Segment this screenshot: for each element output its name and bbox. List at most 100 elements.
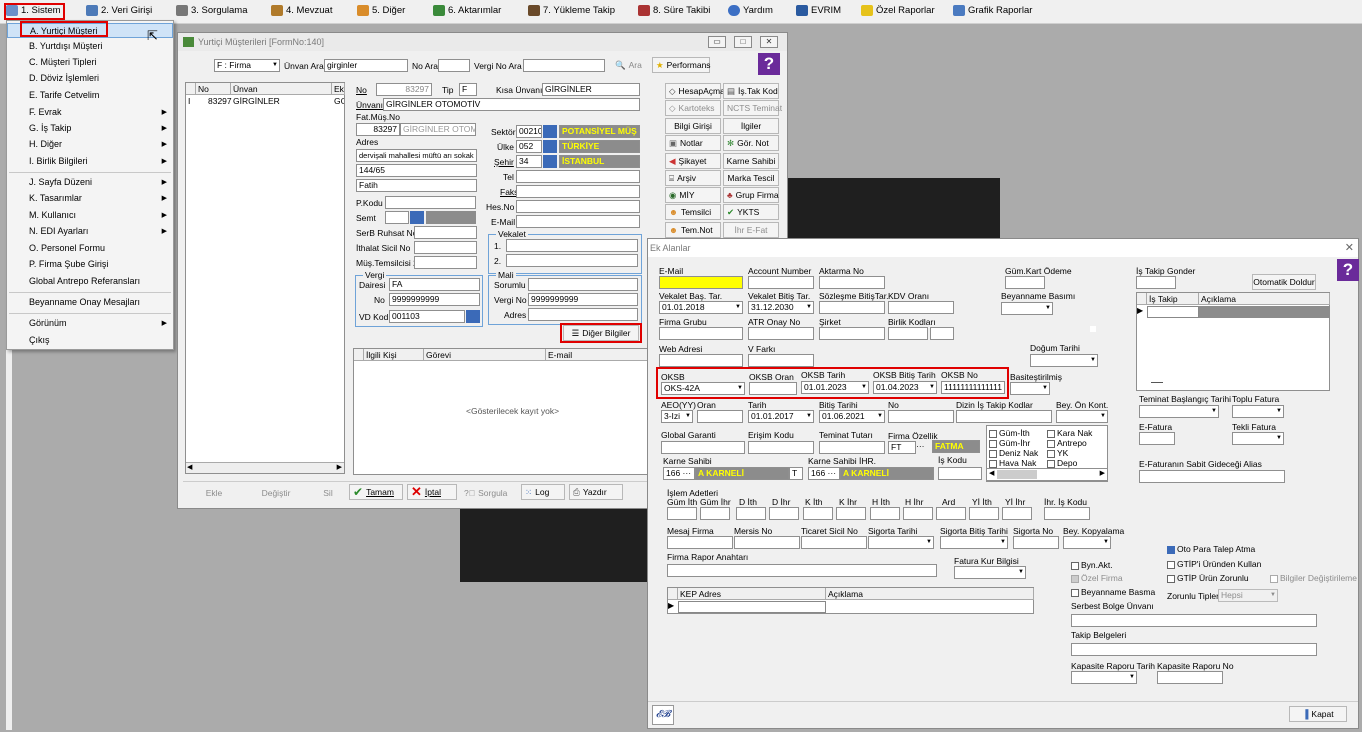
- ekle-button[interactable]: Ekle: [186, 485, 242, 501]
- filter-type-select[interactable]: F : Firma ▼: [214, 59, 280, 72]
- vekalet-bit-input[interactable]: 31.12.2030 ▼: [748, 301, 814, 314]
- dizin-input[interactable]: [956, 410, 1052, 423]
- gtip-urun-check[interactable]: GTİP'i Üründen Kullan: [1167, 559, 1261, 570]
- grup-firma-button[interactable]: ♣ Grup Firma: [723, 187, 779, 203]
- beyanname-basma-check[interactable]: Beyanname Basma: [1071, 587, 1155, 598]
- firma-ozellik-code[interactable]: FT: [888, 441, 916, 454]
- notlar-button[interactable]: ▣ Notlar: [665, 135, 721, 151]
- temsilci-button[interactable]: ☻ Temsilci: [665, 204, 721, 220]
- menu-item-diger[interactable]: H. Diğer ▶: [7, 137, 173, 152]
- aeo-select[interactable]: 3-Izi ▼: [661, 410, 693, 423]
- ithalat-sicil-input[interactable]: [414, 241, 477, 254]
- is-takip-gonder-input[interactable]: [1136, 276, 1176, 289]
- minimize-button[interactable]: ▭: [708, 36, 726, 48]
- kep-aciklama-cell[interactable]: [826, 601, 1034, 613]
- faks-input[interactable]: [516, 185, 640, 198]
- menu-item-kullanici[interactable]: M. Kullanıcı ▶: [7, 208, 173, 223]
- menu-item-doviz[interactable]: D. Döviz İşlemleri: [7, 71, 173, 86]
- eb-logo-icon[interactable]: 𝓔𝓑: [652, 705, 674, 725]
- close-icon[interactable]: ✕: [1345, 241, 1354, 254]
- menu-diger[interactable]: 5. Diğer: [357, 5, 405, 16]
- tekli-fatura-select[interactable]: ▼: [1232, 432, 1284, 445]
- mali-vergi-no-input[interactable]: 9999999999: [528, 293, 638, 306]
- kartoteks-button[interactable]: ◇ Kartoteks: [665, 100, 721, 116]
- islem-gum-ihr-input[interactable]: [700, 507, 730, 520]
- mersis-input[interactable]: [734, 536, 800, 549]
- menu-item-tasarimlar[interactable]: K. Tasarımlar ▶: [7, 191, 173, 206]
- help-question-icon[interactable]: ?: [1337, 259, 1359, 281]
- teminat-tutari-input[interactable]: [819, 441, 885, 454]
- sigorta-no-input[interactable]: [1013, 536, 1059, 549]
- is-kodu-input[interactable]: [938, 467, 982, 480]
- menu-mevzuat[interactable]: 4. Mevzuat: [271, 5, 332, 16]
- tamam-button[interactable]: ✔ Tamam: [349, 484, 403, 500]
- aeo-no-input[interactable]: [888, 410, 954, 423]
- sirket-input[interactable]: [819, 327, 885, 340]
- sozlesme-input[interactable]: [819, 301, 885, 314]
- miy-button[interactable]: ◉ MİY: [665, 187, 721, 203]
- kapat-button[interactable]: ▐ Kapat: [1289, 706, 1347, 722]
- birlik-input-2[interactable]: [930, 327, 954, 340]
- vekalet-row-1-input[interactable]: [506, 239, 638, 252]
- islem-k-ith-input[interactable]: [803, 507, 833, 520]
- atr-input[interactable]: [748, 327, 814, 340]
- islem-h-ihr-input[interactable]: [903, 507, 933, 520]
- unvan-input[interactable]: GİRGİNLER OTOMOTİV: [383, 98, 640, 111]
- ulke-code-input[interactable]: 052: [516, 140, 542, 153]
- tem-not-button[interactable]: ☻ Tem.Not: [665, 222, 721, 238]
- bey-on-kont-select[interactable]: ▼: [1056, 410, 1108, 423]
- kep-adres-cell[interactable]: [678, 601, 826, 613]
- kep-grid[interactable]: KEP Adres Açıklama ▶: [667, 587, 1034, 614]
- serb-ruhsat-input[interactable]: [414, 226, 477, 239]
- is-takip-kod-cell[interactable]: [1147, 306, 1199, 318]
- beyanname-basimi-select[interactable]: ▼: [1001, 302, 1053, 315]
- otomatik-doldur-button[interactable]: Otomatik Doldur: [1252, 274, 1316, 290]
- ykts-button[interactable]: ✔ YKTS: [723, 204, 779, 220]
- karne-sahibi-button[interactable]: Karne Sahibi: [723, 153, 779, 169]
- menu-aktarimlar[interactable]: 6. Aktarımlar: [433, 5, 501, 16]
- performans-button[interactable]: ★ Performans: [652, 57, 711, 73]
- efatura-input[interactable]: [1139, 432, 1175, 445]
- mesaj-firma-input[interactable]: [667, 536, 733, 549]
- islem-h-ith-input[interactable]: [870, 507, 900, 520]
- menu-item-edi[interactable]: N. EDI Ayarları ▶: [7, 224, 173, 239]
- tip-input[interactable]: F: [459, 83, 477, 96]
- menu-item-personel[interactable]: O. Personel Formu: [7, 241, 173, 256]
- close-button[interactable]: ✕: [760, 36, 778, 48]
- yazdir-button[interactable]: ⎙ Yazdır: [569, 484, 623, 500]
- vergi-no-ara-input[interactable]: [523, 59, 605, 72]
- ticaret-input[interactable]: [801, 536, 867, 549]
- menu-item-global-antrepo[interactable]: Global Antrepo Referansları: [7, 274, 173, 289]
- oksb-bitis-input[interactable]: 01.04.2023 ▼: [873, 381, 937, 394]
- vekalet-row-2-input[interactable]: [506, 254, 638, 267]
- bitis-input[interactable]: 01.06.2021 ▼: [819, 410, 885, 423]
- menu-item-birlik[interactable]: I. Birlik Bilgileri ▶: [7, 154, 173, 169]
- email-input[interactable]: [659, 276, 743, 289]
- ilgiler-button[interactable]: İlgiler: [723, 118, 779, 134]
- oksb-oran-input[interactable]: [749, 382, 797, 395]
- sektor-lookup-button[interactable]: [543, 125, 557, 138]
- menu-item-firma-sube[interactable]: P. Firma Şube Girişi: [7, 257, 173, 272]
- vekalet-bas-input[interactable]: 01.01.2018 ▼: [659, 301, 743, 314]
- oran-input[interactable]: [697, 410, 743, 423]
- gor-not-button[interactable]: ✻ Gör. Not: [723, 135, 779, 151]
- bilgi-girisi-button[interactable]: Bilgi Girişi: [665, 118, 721, 134]
- fat-mus-no-input[interactable]: 83297: [356, 123, 400, 136]
- efatura-alias-input[interactable]: [1139, 470, 1285, 483]
- firma-rapor-input[interactable]: [667, 564, 937, 577]
- menu-sure-takibi[interactable]: 8. Süre Takibi: [638, 5, 710, 16]
- dairesi-input[interactable]: FA: [389, 278, 480, 291]
- global-garanti-input[interactable]: [661, 441, 745, 454]
- islem-gum-ith-input[interactable]: [667, 507, 697, 520]
- oksb-select[interactable]: OKS-42A ▼: [661, 382, 745, 395]
- basitestirilmis-select[interactable]: ▼: [1010, 382, 1050, 395]
- web-input[interactable]: [659, 354, 743, 367]
- karne-code-input[interactable]: 166 ···: [663, 467, 695, 480]
- sehir-lookup-button[interactable]: [543, 155, 557, 168]
- kisa-unvan-input[interactable]: GİRGİNLER: [542, 83, 640, 96]
- help-question-icon[interactable]: ?: [758, 53, 780, 75]
- birlik-input-1[interactable]: [888, 327, 928, 340]
- fatura-kur-select[interactable]: ▼: [954, 566, 1026, 579]
- sigorta-tarihi-input[interactable]: ▼: [868, 536, 934, 549]
- islem-yi-ihr-input[interactable]: [1002, 507, 1032, 520]
